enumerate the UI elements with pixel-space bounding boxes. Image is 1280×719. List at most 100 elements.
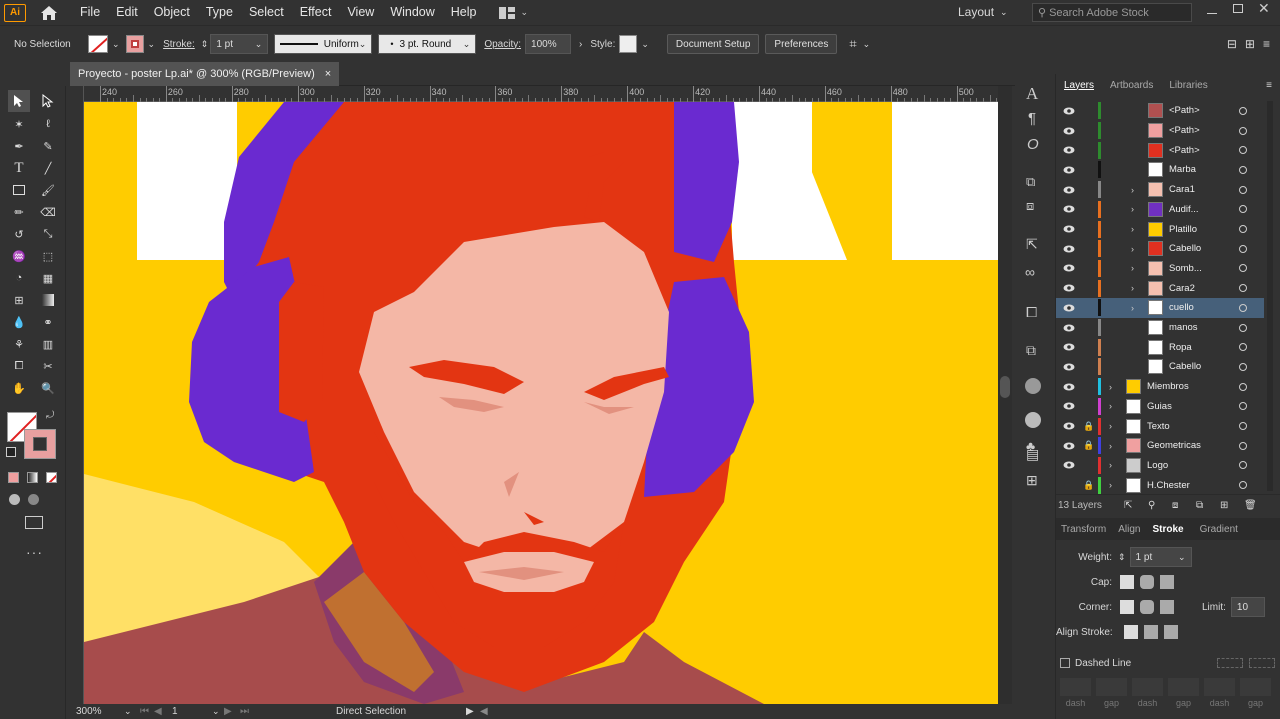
character-styles-icon[interactable]: ⧉ [1026,174,1035,190]
visibility-eye-icon[interactable] [1063,185,1075,195]
menu-select[interactable]: Select [241,0,292,25]
visibility-eye-icon[interactable] [1063,342,1075,352]
menu-help[interactable]: Help [443,0,485,25]
transform-icon[interactable]: ⌗ [849,36,856,52]
last-artboard-icon[interactable]: ⏭ [240,706,256,717]
document-setup-button[interactable]: Document Setup [666,34,760,54]
dashed-line-checkbox[interactable] [1060,658,1070,668]
make-clipping-mask-icon[interactable]: ⧈ [1172,500,1196,511]
projecting-cap-icon[interactable] [1160,575,1174,589]
dash-align-icon[interactable] [1249,658,1275,668]
panel-menu-icon[interactable]: ≡ [1263,37,1270,51]
tab-gradient[interactable]: Gradient [1192,524,1246,535]
limit-input[interactable]: 10 [1230,597,1265,617]
swap-fill-stroke-icon[interactable]: ⤾ [46,410,54,421]
chevron-down-icon[interactable]: ⌄ [124,706,140,717]
scroll-thumb[interactable] [1000,376,1010,398]
gradient-mode-icon[interactable] [27,472,38,483]
target-circle-icon[interactable] [1239,382,1247,391]
align-inside-icon[interactable] [1144,625,1158,639]
visibility-eye-icon[interactable] [1063,460,1075,470]
direct-selection-tool-icon[interactable] [37,90,59,112]
color-mode-icon[interactable] [8,472,19,483]
target-circle-icon[interactable] [1239,323,1247,332]
preferences-button[interactable]: Preferences [765,34,838,54]
layer-row[interactable]: › cuello [1056,298,1264,318]
layer-row[interactable]: 🔒 › H.Chester [1056,475,1264,495]
chevron-right-icon[interactable]: › [579,39,582,50]
expand-chevron-icon[interactable]: › [1131,204,1134,214]
expand-chevron-icon[interactable]: › [1131,263,1134,273]
paragraph-styles-icon[interactable]: ⧈ [1026,198,1034,214]
expand-chevron-icon[interactable]: › [1109,382,1112,392]
visibility-eye-icon[interactable] [1063,283,1075,293]
magic-wand-tool-icon[interactable]: ✶ [8,113,30,135]
stroke-weight-field[interactable]: 1 pt ⌄ [210,34,269,54]
layer-row[interactable]: › Logo [1056,456,1264,476]
expand-chevron-icon[interactable]: › [1131,224,1134,234]
stroke-swatch[interactable] [125,35,144,53]
dash-preserve-icon[interactable] [1217,658,1243,668]
links-icon[interactable]: ∞ [1025,264,1035,280]
tab-stroke[interactable]: Stroke [1144,524,1191,535]
rectangle-tool-icon[interactable] [8,179,30,201]
brush-dropdown[interactable]: • 3 pt. Round ⌄ [378,34,477,54]
layers-icon[interactable]: ▤ [1026,446,1039,463]
layer-row[interactable]: <Path> [1056,101,1264,121]
stepper-icon[interactable]: ⇕ [201,39,209,50]
layer-row[interactable]: <Path> [1056,140,1264,160]
layer-row[interactable]: › Cara1 [1056,180,1264,200]
chevron-left-icon[interactable]: ◀ [480,706,494,717]
graphic-styles-icon[interactable] [1025,412,1041,428]
hand-tool-icon[interactable]: ✋ [8,377,30,399]
zoom-tool-icon[interactable]: 🔍 [37,377,59,399]
stroke-color-icon[interactable] [24,429,56,459]
dash-field[interactable]: dash [1204,678,1235,714]
gap-field[interactable]: gap [1168,678,1199,714]
expand-chevron-icon[interactable]: › [1131,283,1134,293]
expand-chevron-icon[interactable]: › [1131,185,1134,195]
lock-icon[interactable]: 🔒 [1083,480,1094,491]
round-cap-icon[interactable] [1140,575,1154,589]
artwork-canvas[interactable] [84,102,998,704]
align-outside-icon[interactable] [1164,625,1178,639]
target-circle-icon[interactable] [1239,146,1247,155]
draw-normal-icon[interactable] [9,494,20,505]
expand-chevron-icon[interactable]: › [1131,303,1134,313]
style-swatch[interactable] [619,35,638,53]
menu-type[interactable]: Type [198,0,241,25]
layer-row[interactable]: Ropa [1056,337,1264,357]
restore-icon[interactable] [1233,4,1243,13]
first-artboard-icon[interactable]: ⏮ [140,706,154,717]
expand-chevron-icon[interactable]: › [1109,401,1112,411]
eraser-tool-icon[interactable]: ⌫ [37,201,59,223]
appearance-icon[interactable] [1025,378,1041,394]
visibility-eye-icon[interactable] [1063,106,1075,116]
arrange-documents-icon[interactable]: ⌄ [498,6,528,19]
chevron-down-icon[interactable]: ⌄ [148,39,156,50]
shape-builder-tool-icon[interactable]: ◔ [8,267,30,289]
search-icon[interactable]: ⚲ [1148,500,1172,511]
warp-tool-icon[interactable]: ♒ [8,245,30,267]
visibility-eye-icon[interactable] [1063,323,1075,333]
tab-artboards[interactable]: Artboards [1102,80,1161,91]
expand-chevron-icon[interactable]: › [1109,421,1112,431]
expand-chevron-icon[interactable]: › [1109,441,1112,451]
tab-libraries[interactable]: Libraries [1161,80,1215,91]
default-fill-stroke-icon[interactable] [6,447,16,457]
next-artboard-icon[interactable]: ▶ [224,706,240,717]
visibility-eye-icon[interactable] [1063,165,1075,175]
visibility-eye-icon[interactable] [1063,263,1075,273]
column-graph-tool-icon[interactable]: ▥ [37,333,59,355]
gap-field[interactable]: gap [1240,678,1271,714]
dash-field[interactable]: dash [1060,678,1091,714]
pathfinder-icon[interactable]: ⧉ [1026,342,1036,359]
layer-row[interactable]: Cabello [1056,357,1264,377]
layers-scrollbar[interactable] [1267,101,1273,491]
target-circle-icon[interactable] [1239,126,1247,135]
rotate-tool-icon[interactable]: ↺ [8,223,30,245]
canvas-vertical-scrollbar[interactable] [998,86,1012,704]
mesh-tool-icon[interactable]: ⊞ [8,289,30,311]
visibility-eye-icon[interactable] [1063,362,1075,372]
chevron-down-icon[interactable]: ⌄ [863,39,871,50]
